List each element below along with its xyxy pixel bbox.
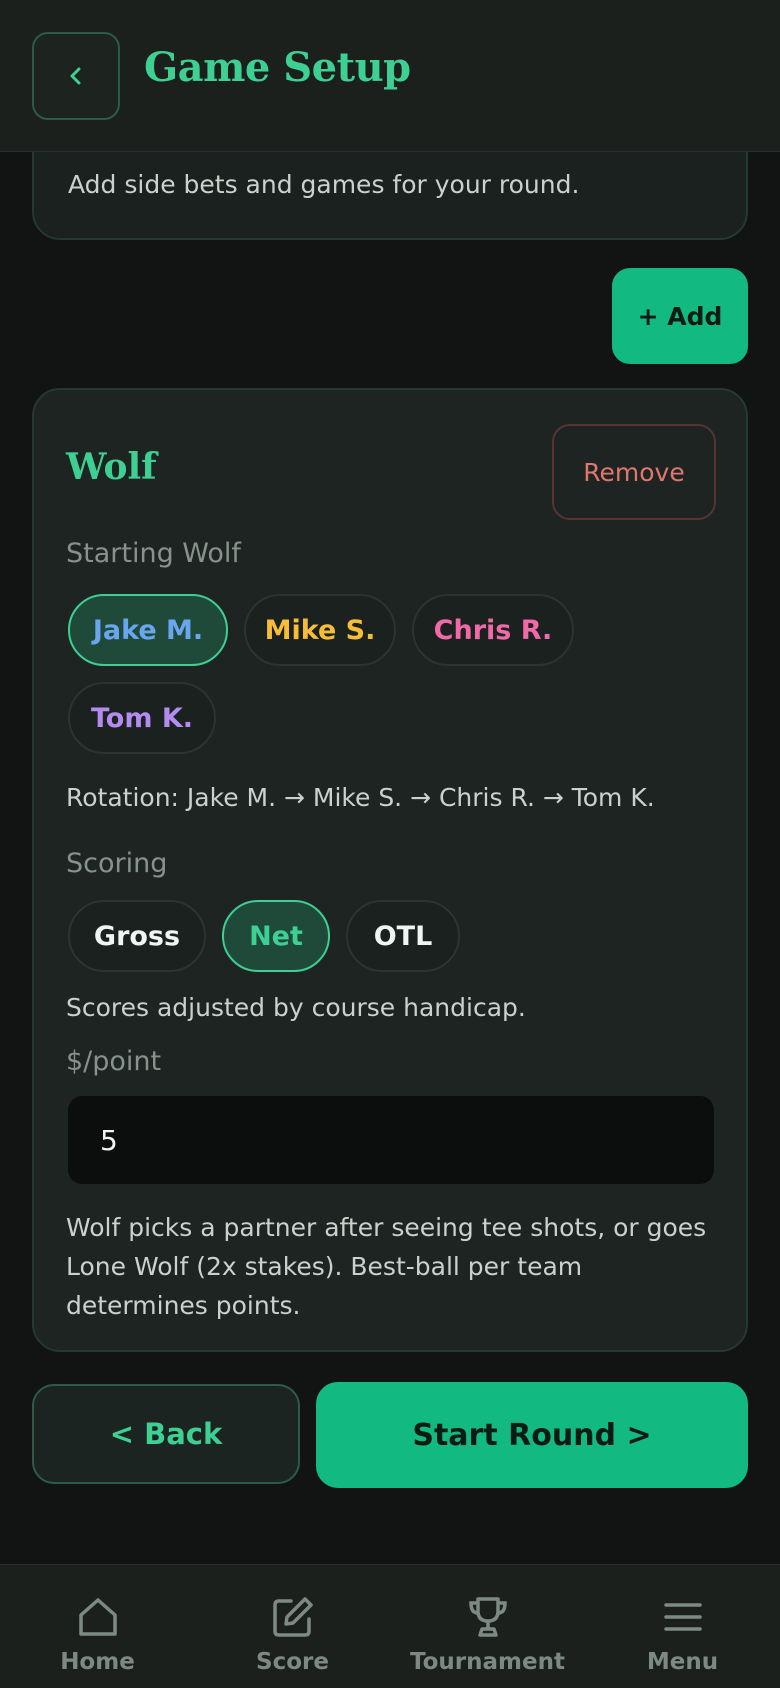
player-name: Chris R.: [433, 614, 553, 646]
nav-item-home[interactable]: Home: [0, 1565, 195, 1688]
game-title: Wolf: [66, 446, 157, 488]
trophy-icon: [468, 1597, 507, 1637]
start-round-button[interactable]: Start Round >: [316, 1382, 748, 1488]
player-name: Jake M.: [92, 614, 204, 646]
game-description: Wolf picks a partner after seeing tee sh…: [66, 1213, 707, 1320]
home-icon: [78, 1598, 117, 1636]
nav-item-score[interactable]: Score: [195, 1565, 390, 1688]
scoring-option-gross[interactable]: Gross: [68, 900, 206, 972]
nav-item-menu[interactable]: Menu: [585, 1565, 780, 1688]
scoring-option-otl[interactable]: OTL: [346, 900, 460, 972]
scoring-option-label: Net: [249, 920, 303, 952]
amount-per-point-input[interactable]: 5: [68, 1096, 714, 1184]
scoring-option-label: OTL: [373, 920, 433, 952]
player-pill-chris[interactable]: Chris R.: [412, 594, 574, 666]
rotation-text: Rotation: Jake M. → Mike S. → Chris R. →…: [66, 783, 655, 812]
header-back-button[interactable]: [32, 32, 120, 120]
bottom-nav: Home Score Tournament Menu: [0, 1564, 780, 1688]
scoring-label: Scoring: [66, 848, 168, 879]
page-title: Game Setup: [144, 44, 411, 91]
amount-value: 5: [100, 1123, 118, 1157]
scoring-note: Scores adjusted by course handicap.: [66, 993, 526, 1022]
player-pill-mike[interactable]: Mike S.: [244, 594, 396, 666]
chevron-left-icon: [70, 67, 81, 85]
remove-game-button[interactable]: Remove: [552, 424, 716, 520]
starting-wolf-label: Starting Wolf: [66, 538, 241, 569]
player-name: Mike S.: [264, 614, 376, 646]
back-button[interactable]: < Back: [32, 1384, 300, 1484]
nav-label: Tournament: [410, 1649, 565, 1675]
scoring-option-net[interactable]: Net: [222, 900, 330, 972]
player-pill-jake[interactable]: Jake M.: [68, 594, 228, 666]
nav-label: Menu: [646, 1649, 719, 1675]
nav-item-tournament[interactable]: Tournament: [390, 1565, 585, 1688]
intro-text: Add side bets and games for your round.: [68, 170, 580, 199]
wolf-game-card: Wolf Remove Starting Wolf Jake M. Mike S…: [32, 388, 748, 1352]
player-name: Tom K.: [90, 702, 194, 734]
edit-icon: [272, 1597, 313, 1637]
amount-label: $/point: [66, 1046, 162, 1077]
player-pill-tom[interactable]: Tom K.: [68, 682, 216, 754]
nav-label: Home: [60, 1649, 135, 1675]
app-header: Game Setup: [0, 0, 780, 152]
menu-icon: [663, 1603, 702, 1631]
add-game-button[interactable]: + Add: [612, 268, 748, 364]
nav-label: Score: [256, 1649, 329, 1675]
scoring-option-label: Gross: [93, 920, 181, 952]
